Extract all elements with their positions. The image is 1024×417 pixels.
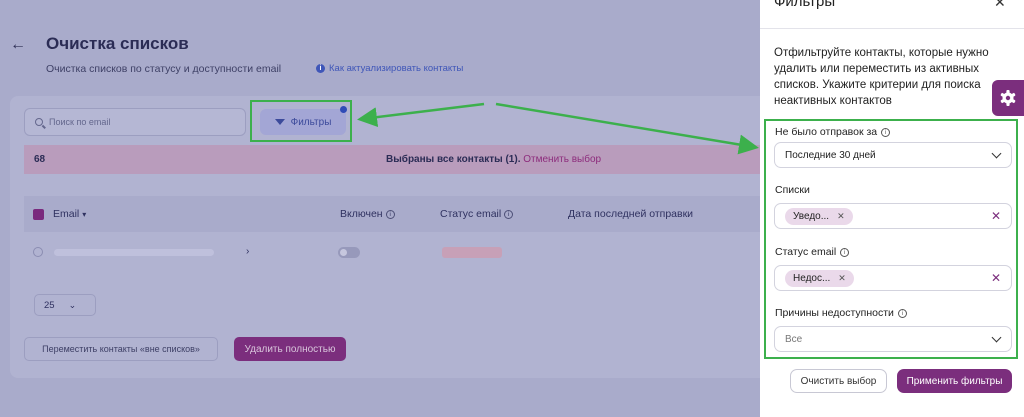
lists-label-text: Списки	[775, 184, 810, 196]
gear-icon	[1000, 90, 1016, 106]
selection-message: Выбраны все контакты (1). Отменить выбор	[386, 154, 601, 165]
panel-title: Фильтры	[774, 0, 836, 10]
email-status-chip-label: Недос...	[793, 272, 831, 284]
reasons-select[interactable]: Все	[774, 326, 1012, 352]
chevron-down-icon: ⌄	[68, 299, 77, 310]
per-page-value: 25	[44, 299, 55, 311]
status-badge	[442, 247, 502, 258]
clear-lists-icon[interactable]: ✕	[991, 209, 1001, 223]
info-icon: i	[316, 64, 325, 73]
no-sends-value: Последние 30 дней	[785, 149, 876, 161]
back-arrow-icon[interactable]: ←	[10, 36, 26, 54]
no-sends-label: Не было отправок за i	[775, 126, 891, 138]
selection-message-text: Выбраны все контакты (1).	[386, 154, 521, 165]
table-row[interactable]: ›	[24, 238, 760, 266]
email-status-label: Статус email i	[775, 246, 850, 258]
help-link-label: Как актуализировать контакты	[329, 63, 464, 74]
page-title: Очистка списков	[46, 34, 189, 53]
cancel-selection-link[interactable]: Отменить выбор	[523, 154, 601, 165]
filter-icon	[274, 119, 285, 125]
chevron-right-icon[interactable]: ›	[246, 246, 249, 257]
column-email-status: Статус email i	[440, 208, 514, 220]
info-icon: i	[385, 209, 395, 219]
email-status-multiselect[interactable]: Недос... ✕ ✕	[774, 265, 1012, 291]
lists-chip-label: Уведо...	[793, 210, 830, 222]
lists-chip: Уведо... ✕	[785, 207, 853, 225]
lists-label: Списки	[775, 184, 810, 196]
column-email-label: Email	[53, 208, 80, 220]
column-last-send-label: Дата последней отправки	[568, 208, 694, 220]
delete-button[interactable]: Удалить полностью	[234, 337, 346, 361]
apply-filters-button[interactable]: Применить фильтры	[897, 369, 1012, 393]
active-filter-indicator	[340, 106, 347, 113]
search-placeholder: Поиск по email	[49, 117, 111, 127]
settings-tab[interactable]	[992, 80, 1024, 116]
panel-description: Отфильтруйте контакты, которые нужно уда…	[774, 47, 989, 107]
chevron-down-icon	[991, 148, 1002, 159]
move-contacts-button[interactable]: Переместить контакты «вне списков»	[24, 337, 218, 361]
info-icon: i	[504, 209, 514, 219]
reasons-value: Все	[785, 333, 803, 345]
chevron-down-icon	[991, 332, 1002, 343]
search-input[interactable]: Поиск по email	[24, 108, 246, 136]
reasons-label-text: Причины недоступности	[775, 307, 894, 319]
help-link[interactable]: i Как актуализировать контакты	[316, 63, 463, 74]
filters-button[interactable]: Фильтры	[260, 109, 346, 135]
clear-email-status-icon[interactable]: ✕	[991, 271, 1001, 285]
close-icon[interactable]: ✕	[994, 0, 1006, 11]
info-icon: i	[881, 127, 891, 137]
no-sends-label-text: Не было отправок за	[775, 126, 878, 138]
row-checkbox[interactable]	[33, 247, 43, 257]
enabled-toggle[interactable]	[338, 247, 360, 258]
sort-down-icon: ▾	[82, 209, 87, 219]
lists-multiselect[interactable]: Уведо... ✕ ✕	[774, 203, 1012, 229]
filters-button-label: Фильтры	[290, 116, 332, 128]
select-all-checkbox[interactable]	[33, 208, 44, 220]
no-sends-select[interactable]: Последние 30 дней	[774, 142, 1012, 168]
selection-count: 68	[34, 154, 46, 165]
table-header: Email ▾ Включен i Статус email i Дата по…	[24, 196, 760, 232]
clear-selection-button[interactable]: Очистить выбор	[790, 369, 887, 393]
remove-chip-icon[interactable]: ✕	[838, 273, 846, 284]
per-page-select[interactable]: 25 ⌄	[34, 294, 96, 316]
contacts-card	[10, 96, 770, 378]
info-icon: i	[897, 308, 907, 318]
remove-chip-icon[interactable]: ✕	[837, 211, 845, 222]
column-email[interactable]: Email ▾	[33, 208, 86, 220]
email-status-label-text: Статус email	[775, 246, 837, 258]
panel-divider	[760, 28, 1024, 29]
column-enabled: Включен i	[340, 208, 395, 220]
email-cell-redacted	[54, 249, 214, 256]
selection-bar: 68 Выбраны все контакты (1). Отменить вы…	[24, 145, 760, 174]
search-icon	[35, 118, 43, 126]
page-subtitle: Очистка списков по статусу и доступности…	[46, 63, 282, 75]
column-email-status-label: Статус email	[440, 208, 502, 220]
email-status-chip: Недос... ✕	[785, 269, 854, 287]
column-enabled-label: Включен	[340, 208, 383, 220]
reasons-label: Причины недоступности i	[775, 307, 907, 319]
column-last-send: Дата последней отправки	[568, 208, 693, 220]
info-icon: i	[840, 247, 850, 257]
